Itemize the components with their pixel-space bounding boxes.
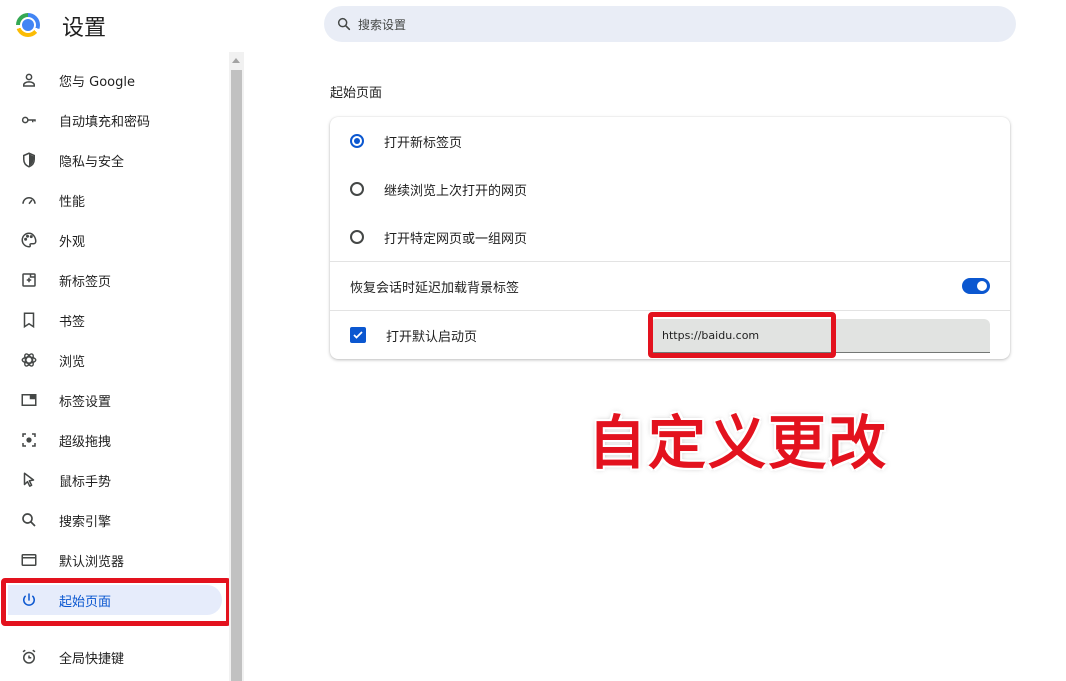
speedometer-icon bbox=[19, 190, 39, 210]
sidebar-item-label: 搜索引擎 bbox=[59, 514, 112, 530]
option-new-tab[interactable]: 打开新标签页 bbox=[330, 117, 1010, 165]
sidebar-item-label: 自动填充和密码 bbox=[59, 114, 151, 130]
option-label: 打开新标签页 bbox=[384, 135, 463, 151]
sidebar-item-default-browser[interactable]: 默认浏览器 bbox=[0, 540, 228, 580]
scroll-thumb[interactable] bbox=[231, 70, 242, 681]
option-specific-pages[interactable]: 打开特定网页或一组网页 bbox=[330, 213, 1010, 261]
bookmark-icon bbox=[19, 310, 39, 330]
scroll-up-arrow-icon[interactable] bbox=[232, 58, 240, 63]
sidebar-item-performance[interactable]: 性能 bbox=[0, 180, 228, 220]
option-label: 继续浏览上次打开的网页 bbox=[384, 183, 528, 199]
search-icon bbox=[337, 17, 351, 31]
sidebar-item-super-drag[interactable]: 超级拖拽 bbox=[0, 420, 228, 460]
drag-target-icon bbox=[19, 430, 39, 450]
palette-icon bbox=[19, 230, 39, 250]
sidebar-item-label: 标签设置 bbox=[59, 394, 112, 410]
sidebar-item-label: 书签 bbox=[59, 314, 86, 330]
sidebar-item-appearance[interactable]: 外观 bbox=[0, 220, 228, 260]
shield-icon bbox=[19, 150, 39, 170]
new-tab-icon bbox=[19, 270, 39, 290]
default-startup-checkbox[interactable] bbox=[350, 327, 366, 343]
default-startup-label: 打开默认启动页 bbox=[386, 329, 478, 345]
sidebar-item-label: 外观 bbox=[59, 234, 86, 250]
cursor-icon bbox=[19, 470, 39, 490]
sidebar-item-search-engine[interactable]: 搜索引擎 bbox=[0, 500, 228, 540]
option-label: 打开特定网页或一组网页 bbox=[384, 231, 528, 247]
sidebar-item-label: 鼠标手势 bbox=[59, 474, 112, 490]
section-title: 起始页面 bbox=[330, 86, 383, 101]
radio-button-selected[interactable] bbox=[350, 134, 364, 148]
sidebar-item-tab-settings[interactable]: 标签设置 bbox=[0, 380, 228, 420]
sidebar-item-label: 您与 Google bbox=[59, 74, 135, 90]
browser-logo-icon bbox=[16, 13, 40, 37]
sidebar-item-label: 隐私与安全 bbox=[59, 154, 125, 170]
restore-lazy-load-row: 恢复会话时延迟加载背景标签 bbox=[330, 262, 1010, 310]
atom-icon bbox=[19, 350, 39, 370]
sidebar-item-label: 默认浏览器 bbox=[59, 554, 125, 570]
browser-window-icon bbox=[19, 550, 39, 570]
page-title: 设置 bbox=[62, 16, 107, 41]
sidebar-item-browsing[interactable]: 浏览 bbox=[0, 340, 228, 380]
alarm-clock-icon bbox=[19, 647, 39, 667]
sidebar-scrollbar[interactable] bbox=[229, 52, 244, 681]
radio-button[interactable] bbox=[350, 230, 364, 244]
sidebar-item-label: 浏览 bbox=[59, 354, 86, 370]
sidebar-item-bookmarks[interactable]: 书签 bbox=[0, 300, 228, 340]
sidebar-item-privacy[interactable]: 隐私与安全 bbox=[0, 140, 228, 180]
checkmark-icon bbox=[353, 331, 363, 339]
search-placeholder: 搜索设置 bbox=[358, 17, 407, 32]
sidebar-item-label: 新标签页 bbox=[59, 274, 112, 290]
highlight-box-startup bbox=[1, 578, 231, 626]
sidebar-item-label: 性能 bbox=[59, 194, 86, 210]
sidebar-item-autofill[interactable]: 自动填充和密码 bbox=[0, 100, 228, 140]
key-icon bbox=[19, 110, 39, 130]
tab-window-icon bbox=[19, 390, 39, 410]
sidebar-item-new-tab[interactable]: 新标签页 bbox=[0, 260, 228, 300]
search-input[interactable]: 搜索设置 bbox=[324, 6, 1016, 42]
restore-toggle-switch[interactable] bbox=[962, 278, 990, 294]
search-icon bbox=[19, 510, 39, 530]
radio-button[interactable] bbox=[350, 182, 364, 196]
highlight-box-url bbox=[648, 312, 836, 358]
sidebar-item-mouse-gestures[interactable]: 鼠标手势 bbox=[0, 460, 228, 500]
restore-toggle-label: 恢复会话时延迟加载背景标签 bbox=[350, 280, 520, 296]
sidebar-item-you-and-google[interactable]: 您与 Google bbox=[0, 60, 228, 100]
annotation-text: 自定义更改 bbox=[588, 409, 889, 477]
sidebar-item-label: 超级拖拽 bbox=[59, 434, 112, 450]
option-continue-last[interactable]: 继续浏览上次打开的网页 bbox=[330, 165, 1010, 213]
sidebar-item-global-shortcuts[interactable]: 全局快捷键 bbox=[0, 637, 228, 677]
sidebar-item-label: 全局快捷键 bbox=[59, 651, 125, 667]
person-icon bbox=[19, 70, 39, 90]
